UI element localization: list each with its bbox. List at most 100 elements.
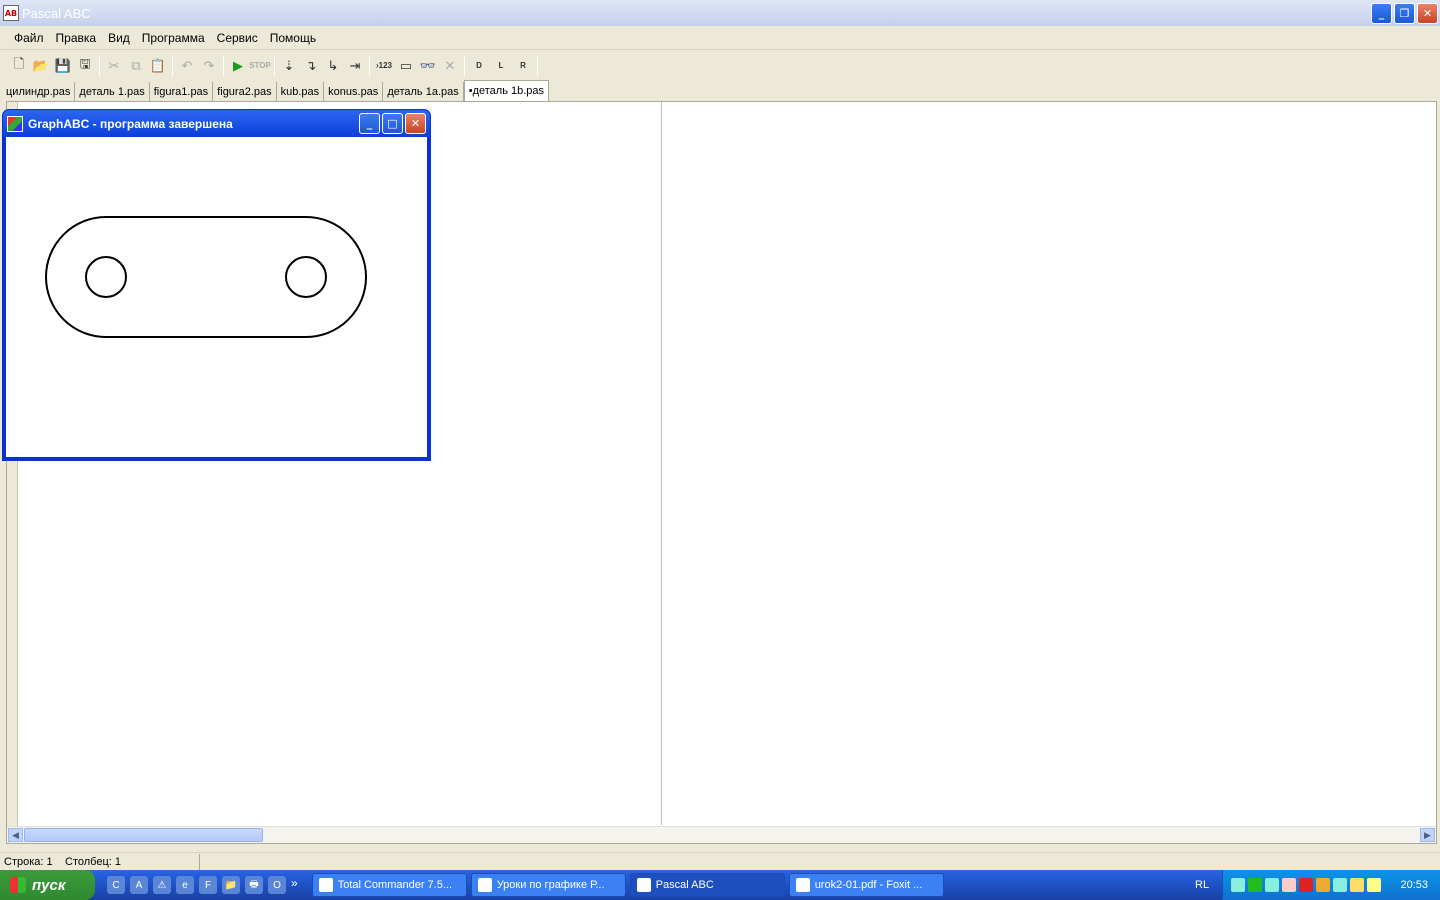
paste-icon[interactable]: 📋: [147, 55, 169, 77]
tab-kub[interactable]: kub.pas: [276, 82, 325, 101]
tab-detal-1a[interactable]: деталь 1a.pas: [383, 82, 464, 101]
task-word-document[interactable]: Уроки по графике Р...: [470, 873, 626, 897]
cut-icon[interactable]: ✂: [103, 55, 125, 77]
graphabc-title: GraphABC - программа завершена: [28, 116, 233, 131]
save-all-icon[interactable]: 🖫: [74, 55, 96, 77]
opera-icon[interactable]: O: [268, 876, 286, 894]
taskbar: пуск C A ⚠ e F 📁 🖶 O » Total Commander 7…: [0, 870, 1440, 900]
doc-l-icon[interactable]: L: [490, 55, 512, 77]
menu-help[interactable]: Помощь: [264, 31, 322, 45]
tray-icon[interactable]: [1282, 878, 1296, 892]
quick-launch-icon[interactable]: A: [130, 876, 148, 894]
right-hole: [285, 256, 327, 298]
doc-r-icon[interactable]: R: [512, 55, 534, 77]
stop-icon[interactable]: STOP: [249, 55, 271, 77]
graphabc-close-button[interactable]: ✕: [405, 113, 426, 134]
quick-launch-icon[interactable]: C: [107, 876, 125, 894]
task-label: Уроки по графике Р...: [496, 879, 605, 891]
tray-icon[interactable]: [1248, 878, 1262, 892]
left-hole: [85, 256, 127, 298]
minimize-button[interactable]: _: [1371, 3, 1392, 24]
app-icon: [318, 878, 333, 892]
menu-service[interactable]: Сервис: [211, 31, 264, 45]
toolbar-separator: [369, 55, 370, 76]
run-icon[interactable]: ▶: [227, 55, 249, 77]
run-to-cursor-icon[interactable]: ⇥: [344, 55, 366, 77]
graphabc-window-controls: _ □ ✕: [359, 113, 426, 134]
internet-explorer-icon[interactable]: e: [176, 876, 194, 894]
folder-icon[interactable]: 📁: [222, 876, 240, 894]
copy-icon[interactable]: ⧉: [125, 55, 147, 77]
tray-icon[interactable]: [1367, 878, 1381, 892]
step-out-icon[interactable]: ↳: [322, 55, 344, 77]
graphabc-minimize-button[interactable]: _: [359, 113, 380, 134]
tray-icon[interactable]: [1265, 878, 1279, 892]
horizontal-scrollbar[interactable]: ◀ ▶: [7, 826, 1436, 843]
scroll-left-icon[interactable]: ◀: [8, 828, 23, 842]
tab-figura2[interactable]: figura2.pas: [213, 82, 277, 101]
windows-flag-icon: [10, 877, 26, 893]
output-window-icon[interactable]: ▭: [395, 55, 417, 77]
tray-icon[interactable]: [1316, 878, 1330, 892]
task-foxit[interactable]: urok2-01.pdf - Foxit ...: [788, 873, 944, 897]
task-total-commander[interactable]: Total Commander 7.5...: [311, 873, 467, 897]
system-tray: 20:53: [1222, 870, 1440, 900]
menu-view[interactable]: Вид: [102, 31, 136, 45]
quick-launch: C A ⚠ e F 📁 🖶 O »: [107, 876, 298, 894]
tab-konus[interactable]: konus.pas: [324, 82, 384, 101]
tab-detal-1b[interactable]: •деталь 1b.pas: [463, 80, 550, 101]
editor-right-margin-line: [661, 102, 662, 825]
ati-icon[interactable]: [1299, 878, 1313, 892]
printer-icon[interactable]: 🖶: [245, 876, 263, 894]
tray-icon[interactable]: [1350, 878, 1364, 892]
task-label: Pascal ABC: [655, 879, 714, 891]
graphabc-window: GraphABC - программа завершена _ □ ✕: [2, 109, 431, 461]
tab-cilindr[interactable]: цилиндр.pas: [2, 82, 76, 101]
new-file-icon[interactable]: 🗋: [8, 55, 30, 77]
window-title: Pascal ABC: [22, 5, 91, 21]
firefox-icon[interactable]: F: [199, 876, 217, 894]
task-pascal-abc[interactable]: Pascal ABC: [629, 873, 785, 897]
toolbar-separator: [464, 55, 465, 76]
status-bar: Строка: 1 Столбец: 1: [0, 852, 1440, 870]
status-line: Строка: 1: [4, 855, 53, 868]
menu-file[interactable]: Файл: [8, 31, 50, 45]
toolbar-separator: [223, 55, 224, 76]
save-icon[interactable]: 💾: [52, 55, 74, 77]
undo-icon[interactable]: ↶: [176, 55, 198, 77]
window-controls: _ ❐ ✕: [1371, 3, 1438, 24]
graphabc-maximize-button[interactable]: □: [382, 113, 403, 134]
task-label: urok2-01.pdf - Foxit ...: [814, 879, 923, 891]
restore-button[interactable]: ❐: [1394, 3, 1415, 24]
status-column: Столбец: 1: [65, 853, 200, 870]
redo-icon[interactable]: ↷: [198, 55, 220, 77]
close-button[interactable]: ✕: [1417, 3, 1438, 24]
tab-detal-1[interactable]: деталь 1.pas: [75, 82, 150, 101]
doc-d-icon[interactable]: D: [468, 55, 490, 77]
start-label: пуск: [32, 876, 66, 894]
toolbar: 🗋 📂 💾 🖫 ✂ ⧉ 📋 ↶ ↷ ▶ STOP ⇣ ↴ ↳ ⇥ ›123 ▭ …: [0, 52, 1440, 79]
scroll-right-icon[interactable]: ▶: [1420, 828, 1435, 842]
chevron-icon[interactable]: »: [291, 876, 298, 894]
open-folder-icon[interactable]: 📂: [30, 55, 52, 77]
language-indicator[interactable]: RL: [1195, 879, 1209, 891]
file-tabs: цилиндр.pas деталь 1.pas figura1.pas fig…: [2, 80, 550, 101]
eval-icon[interactable]: ›123: [373, 55, 395, 77]
scrollbar-thumb[interactable]: [24, 828, 263, 842]
close-icon[interactable]: ✕: [439, 55, 461, 77]
quick-launch-icon[interactable]: ⚠: [153, 876, 171, 894]
tab-figura1[interactable]: figura1.pas: [149, 82, 214, 101]
graphabc-icon: [7, 115, 23, 132]
tray-icon[interactable]: [1231, 878, 1245, 892]
start-button[interactable]: пуск: [0, 870, 95, 900]
menu-program[interactable]: Программа: [136, 31, 211, 45]
step-into-icon[interactable]: ⇣: [278, 55, 300, 77]
menu-edit[interactable]: Правка: [50, 31, 103, 45]
app-icon: [477, 878, 492, 892]
graphabc-title-bar[interactable]: GraphABC - программа завершена _ □ ✕: [3, 110, 430, 137]
graphabc-canvas: [6, 137, 427, 457]
step-over-icon[interactable]: ↴: [300, 55, 322, 77]
watch-icon[interactable]: 👓: [417, 55, 439, 77]
slot-outline: [45, 216, 367, 338]
tray-icon[interactable]: [1333, 878, 1347, 892]
